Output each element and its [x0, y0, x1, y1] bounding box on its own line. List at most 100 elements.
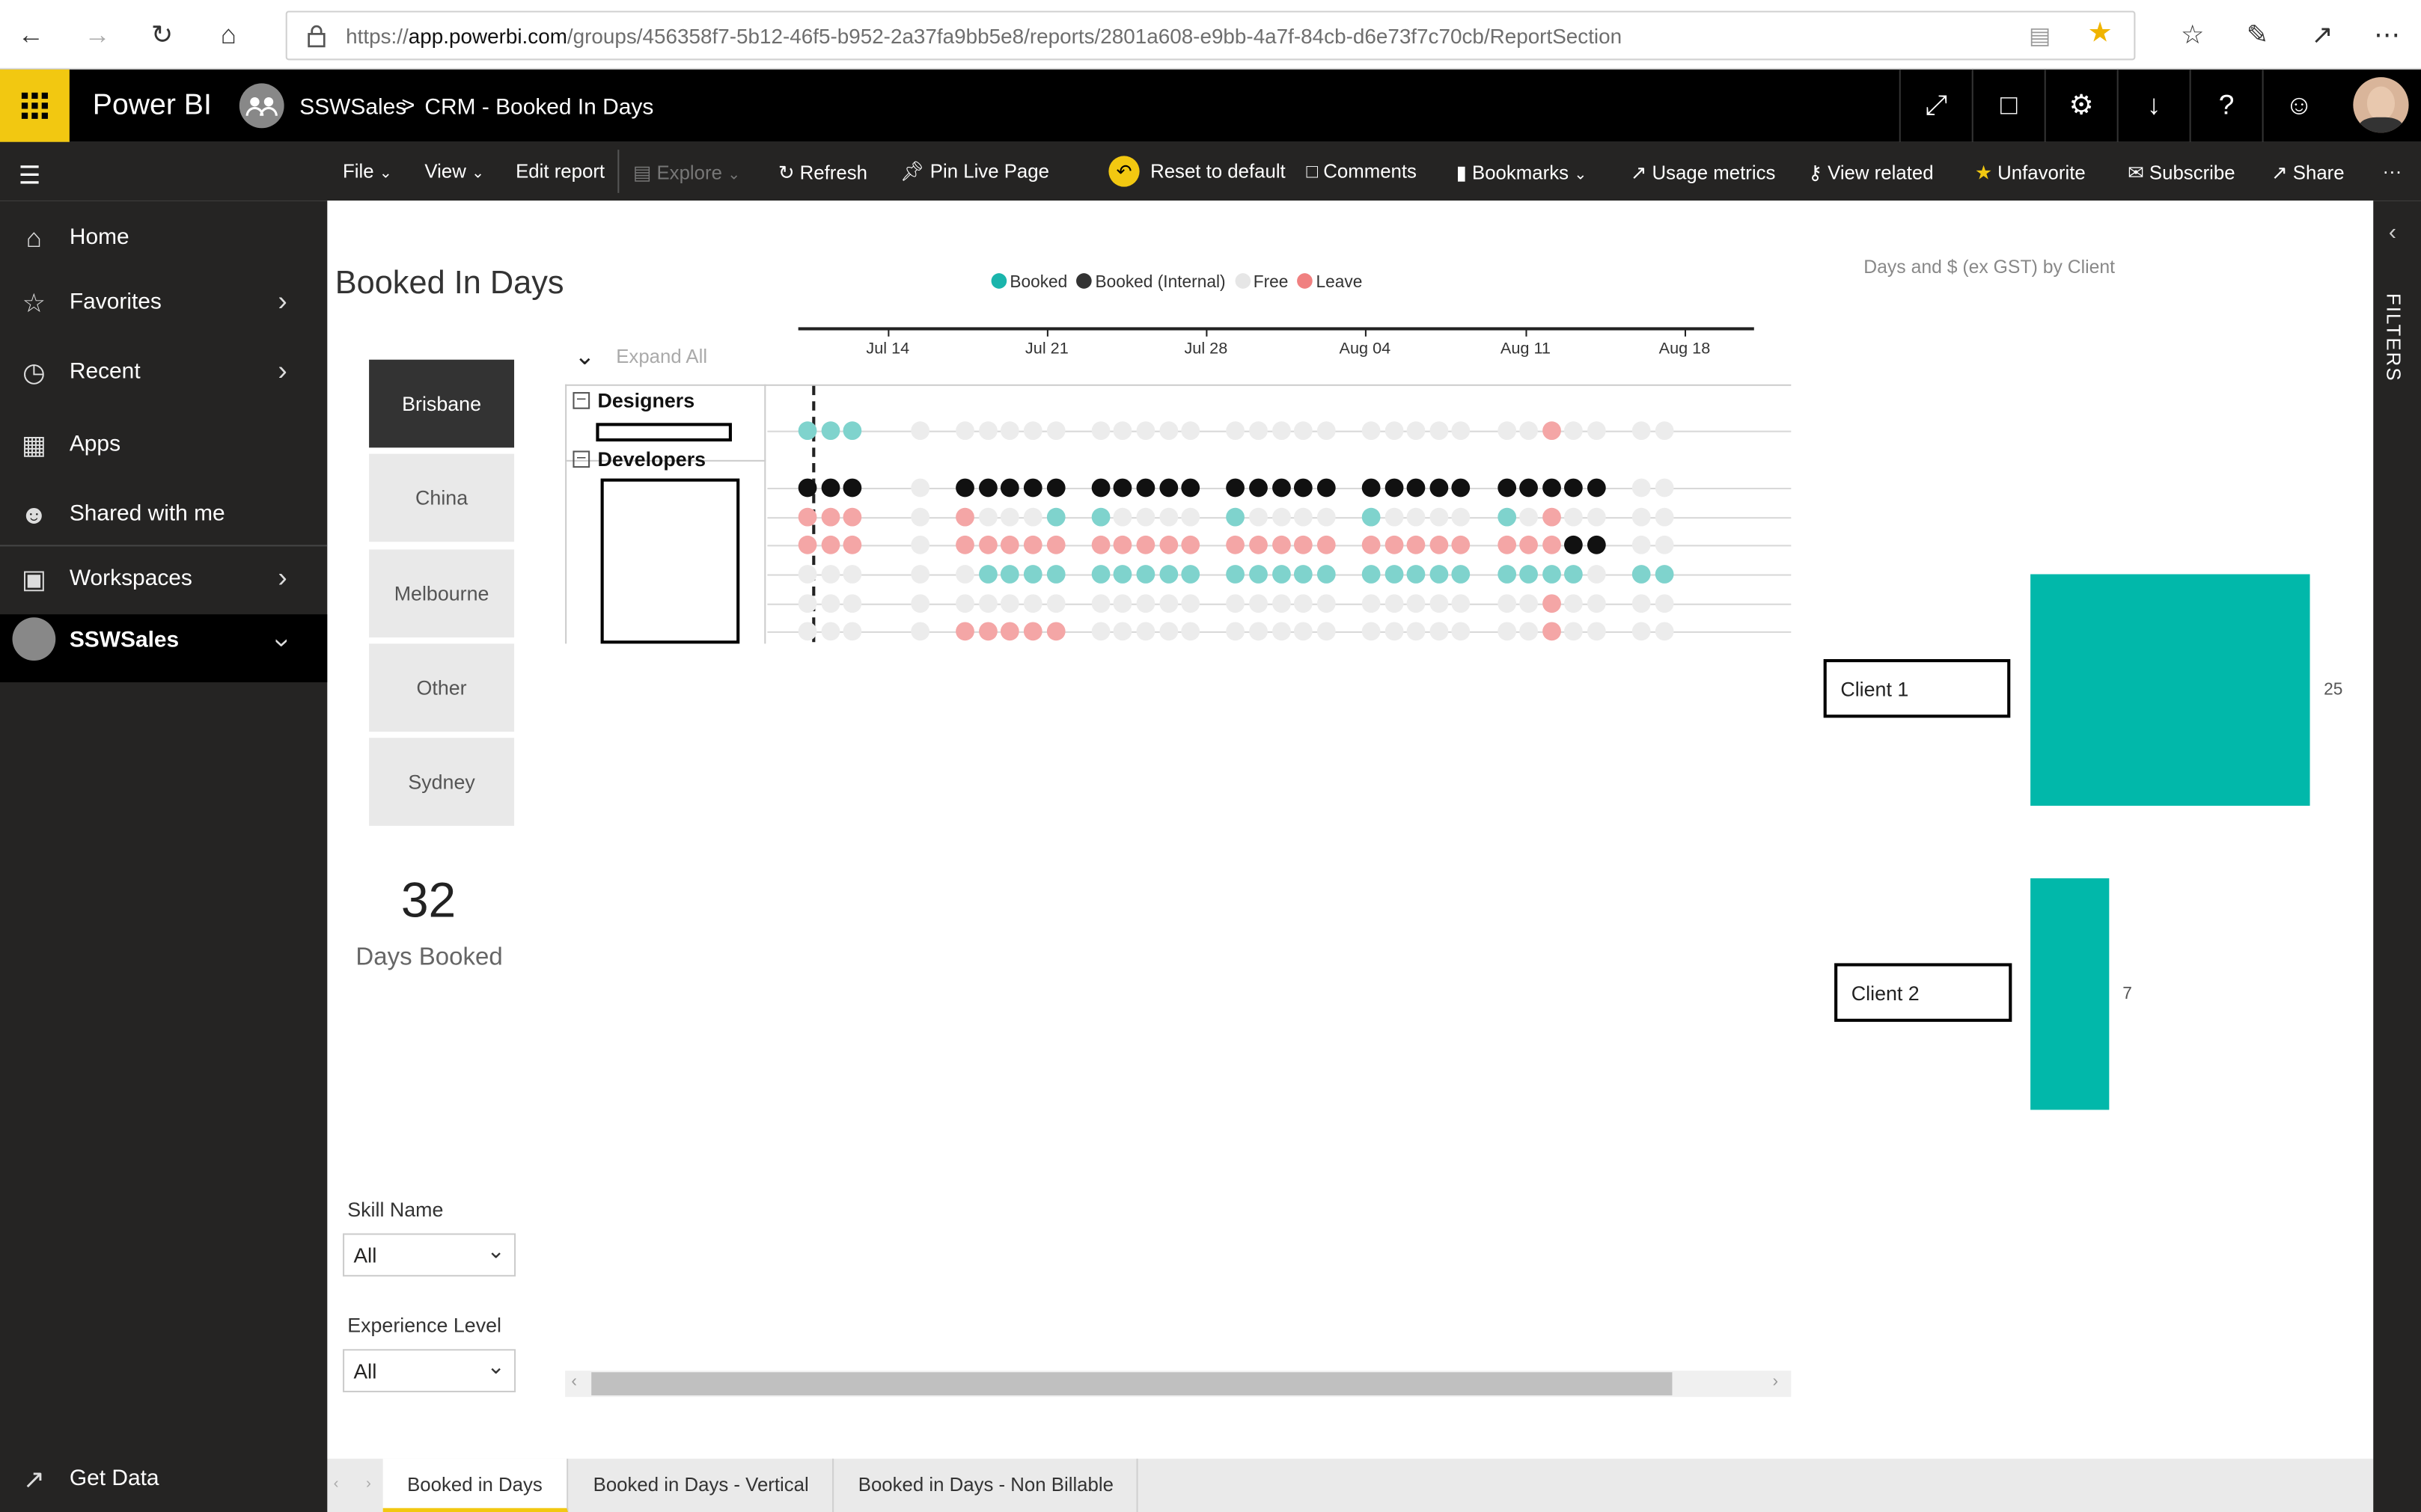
app-name[interactable]: Power BI — [93, 90, 212, 123]
day-dot[interactable] — [1497, 507, 1516, 527]
day-dot[interactable] — [1542, 622, 1561, 641]
address-bar[interactable]: https://app.powerbi.com/groups/456358f7-… — [285, 10, 2136, 61]
day-dot[interactable] — [1136, 594, 1155, 613]
refresh-icon[interactable]: ↻ — [145, 19, 179, 52]
day-dot[interactable] — [1023, 622, 1042, 641]
sidebar-item-get-data[interactable]: ↗ Get Data — [0, 1446, 327, 1512]
usage-metrics-button[interactable]: ↗ Usage metrics — [1631, 161, 1776, 184]
day-dot[interactable] — [1091, 594, 1111, 613]
day-dot[interactable] — [1497, 565, 1516, 584]
scrollbar-thumb[interactable] — [591, 1372, 1673, 1396]
slicer-brisbane[interactable]: Brisbane — [369, 359, 515, 448]
hamburger-icon[interactable]: ☰ — [19, 161, 41, 192]
view-related-button[interactable]: ⚷ View related — [1808, 161, 1934, 184]
day-dot[interactable] — [1429, 594, 1448, 613]
slicer-other[interactable]: Other — [369, 643, 515, 732]
day-dot[interactable] — [820, 478, 840, 498]
day-dot[interactable] — [1361, 478, 1381, 498]
day-dot[interactable] — [1497, 478, 1516, 498]
day-dot[interactable] — [1136, 535, 1155, 554]
day-dot[interactable] — [1091, 507, 1111, 527]
day-dot[interactable] — [1542, 421, 1561, 441]
day-dot[interactable] — [1361, 565, 1381, 584]
day-dot[interactable] — [1655, 594, 1674, 613]
day-dot[interactable] — [1249, 535, 1268, 554]
day-dot[interactable] — [911, 478, 930, 498]
explore-menu[interactable]: ▤ Explore ⌄ — [633, 161, 741, 184]
day-dot[interactable] — [1249, 594, 1268, 613]
day-dot[interactable] — [1046, 535, 1065, 554]
client-bar[interactable] — [2030, 574, 2310, 806]
home-icon[interactable]: ⌂ — [212, 19, 245, 52]
day-dot[interactable] — [978, 478, 998, 498]
day-dot[interactable] — [1542, 478, 1561, 498]
day-dot[interactable] — [1587, 594, 1606, 613]
comments-button[interactable]: □ Comments — [1306, 161, 1416, 183]
day-dot[interactable] — [1158, 622, 1178, 641]
day-dot[interactable] — [1158, 507, 1178, 527]
day-dot[interactable] — [798, 478, 817, 498]
day-dot[interactable] — [1271, 565, 1290, 584]
day-dot[interactable] — [798, 421, 817, 441]
day-dot[interactable] — [1361, 594, 1381, 613]
experience-level-dropdown[interactable]: All ⌄ — [343, 1349, 516, 1393]
day-dot[interactable] — [820, 507, 840, 527]
app-launcher-icon[interactable] — [0, 69, 70, 142]
day-dot[interactable] — [820, 565, 840, 584]
day-dot[interactable] — [1271, 478, 1290, 498]
day-dot[interactable] — [1136, 507, 1155, 527]
day-dot[interactable] — [820, 421, 840, 441]
reading-view-icon[interactable]: ▤ — [2029, 22, 2051, 49]
day-dot[interactable] — [1655, 622, 1674, 641]
tab-scroll-left-icon[interactable]: ‹ — [334, 1475, 339, 1493]
day-dot[interactable] — [1316, 594, 1336, 613]
sidebar-item-home[interactable]: ⌂ Home — [0, 205, 327, 273]
tab-scroll-right-icon[interactable]: › — [366, 1475, 371, 1493]
chevron-left-icon[interactable]: ‹ — [2389, 219, 2396, 245]
sidebar-item-shared[interactable]: ☻ Shared with me — [0, 482, 327, 550]
day-dot[interactable] — [1655, 535, 1674, 554]
share-browser-icon[interactable]: ↗ — [2305, 19, 2339, 52]
sidebar-item-sswsales[interactable]: SSWSales › — [0, 614, 328, 682]
day-dot[interactable] — [1542, 535, 1561, 554]
expand-all-button[interactable]: Expand All — [616, 346, 707, 367]
feedback-icon[interactable]: □ — [1971, 69, 2045, 142]
day-dot[interactable] — [1158, 594, 1178, 613]
day-dot[interactable] — [798, 594, 817, 613]
sidebar-item-apps[interactable]: ▦ Apps — [0, 412, 327, 480]
day-dot[interactable] — [1384, 594, 1403, 613]
slicer-china[interactable]: China — [369, 454, 515, 542]
favorites-hub-icon[interactable]: ☆ — [2176, 19, 2209, 52]
group-developers[interactable]: Developers — [597, 447, 706, 471]
day-dot[interactable] — [1587, 507, 1606, 527]
day-dot[interactable] — [1023, 594, 1042, 613]
day-dot[interactable] — [1497, 421, 1516, 441]
day-dot[interactable] — [978, 535, 998, 554]
day-dot[interactable] — [1158, 535, 1178, 554]
day-dot[interactable] — [978, 565, 998, 584]
day-dot[interactable] — [1587, 622, 1606, 641]
reset-icon[interactable]: ↶ — [1108, 156, 1140, 187]
favorite-star-icon[interactable]: ★ — [2087, 17, 2112, 49]
day-dot[interactable] — [1271, 421, 1290, 441]
day-dot[interactable] — [1316, 535, 1336, 554]
back-icon[interactable]: ← — [14, 19, 48, 52]
day-dot[interactable] — [978, 622, 998, 641]
day-dot[interactable] — [1361, 535, 1381, 554]
sidebar-item-recent[interactable]: ◷ Recent › — [0, 340, 327, 408]
day-dot[interactable] — [1361, 421, 1381, 441]
edit-report-button[interactable]: Edit report — [516, 161, 605, 183]
client-bar[interactable] — [2030, 878, 2109, 1110]
day-dot[interactable] — [1136, 565, 1155, 584]
day-dot[interactable] — [1046, 478, 1065, 498]
day-dot[interactable] — [820, 622, 840, 641]
sidebar-item-workspaces[interactable]: ▣ Workspaces › — [0, 546, 327, 614]
day-dot[interactable] — [1316, 421, 1336, 441]
filters-pane[interactable]: ‹ FILTERS — [2373, 201, 2421, 1512]
day-dot[interactable] — [1091, 478, 1111, 498]
day-dot[interactable] — [1249, 565, 1268, 584]
day-dot[interactable] — [911, 535, 930, 554]
day-dot[interactable] — [1249, 507, 1268, 527]
unfavorite-button[interactable]: ★ Unfavorite — [1975, 161, 2086, 184]
day-dot[interactable] — [1158, 565, 1178, 584]
